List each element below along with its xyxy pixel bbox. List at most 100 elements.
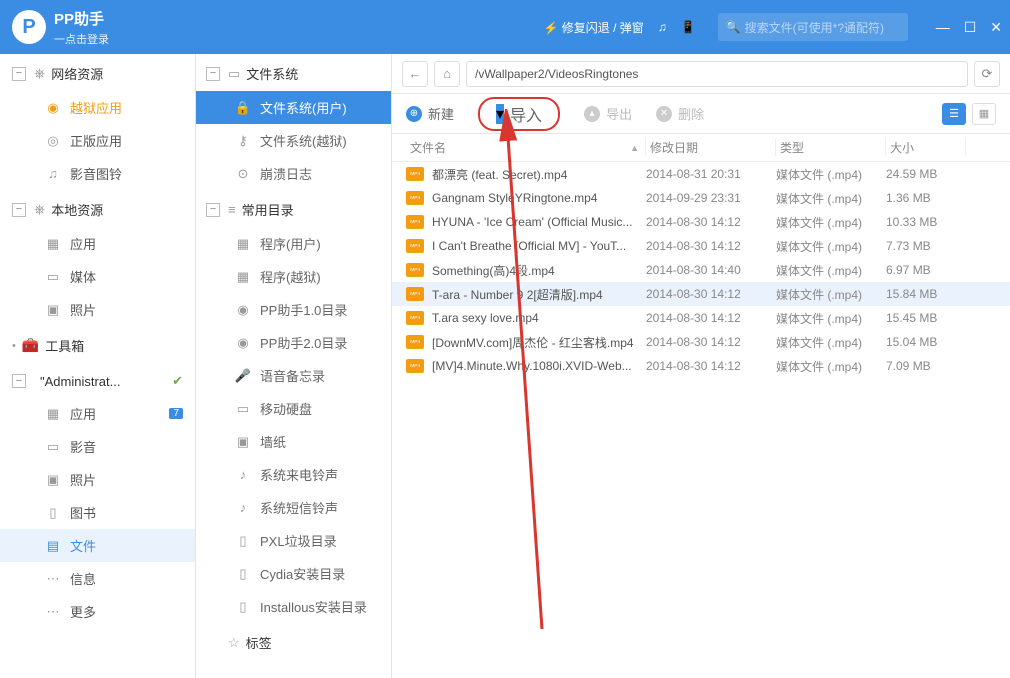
file-date: 2014-08-30 14:12 — [646, 215, 776, 229]
mp4-icon — [406, 359, 424, 373]
col-size[interactable]: 大小 — [886, 139, 966, 156]
list-view-button[interactable]: ☰ — [942, 103, 966, 125]
tree-item[interactable]: ▦程序(越狱) — [196, 260, 391, 293]
new-icon: ⊕ — [406, 106, 422, 122]
tree-item[interactable]: ▭移动硬盘 — [196, 392, 391, 425]
file-list-header: 文件名 ▲ 修改日期 类型 大小 — [392, 134, 1010, 162]
new-button[interactable]: ⊕ 新建 — [406, 104, 454, 123]
file-name: T.ara sexy love.mp4 — [432, 311, 646, 325]
file-date: 2014-08-30 14:12 — [646, 335, 776, 349]
sidebar-item[interactable]: ▦应用 — [0, 227, 195, 260]
content-area: ← ⌂ /vWallpaper2/VideosRingtones ⟳ ⊕ 新建 … — [392, 54, 1010, 678]
grid-view-button[interactable]: ▦ — [972, 103, 996, 125]
sidebar-item[interactable]: ◉越狱应用 — [0, 91, 195, 124]
sidebar-group-header[interactable]: •🧰工具箱 — [0, 326, 195, 363]
file-row[interactable]: I Can't Breathe [Official MV] - YouT... … — [392, 234, 1010, 258]
file-type: 媒体文件 (.mp4) — [776, 334, 886, 351]
sort-arrow-icon: ▲ — [630, 143, 639, 153]
close-button[interactable]: ✕ — [990, 19, 1002, 36]
sidebar-item[interactable]: ▣照片 — [0, 463, 195, 496]
refresh-button[interactable]: ⟳ — [974, 61, 1000, 87]
sidebar-item[interactable]: ▦应用7 — [0, 397, 195, 430]
sidebar-item[interactable]: ◎正版应用 — [0, 124, 195, 157]
file-name: Gangnam StyleYRingtone.mp4 — [432, 191, 646, 205]
search-icon: 🔍 — [726, 20, 741, 34]
file-size: 15.45 MB — [886, 311, 966, 325]
mp4-icon — [406, 311, 424, 325]
file-row[interactable]: T-ara - Number 9 2[超清版].mp4 2014-08-30 1… — [392, 282, 1010, 306]
file-size: 24.59 MB — [886, 167, 966, 181]
tree-section-header[interactable]: ☆标签 — [196, 623, 391, 660]
sidebar-item[interactable]: ▤文件 — [0, 529, 195, 562]
file-size: 6.97 MB — [886, 263, 966, 277]
file-row[interactable]: 都漂亮 (feat. Secret).mp4 2014-08-31 20:31 … — [392, 162, 1010, 186]
file-row[interactable]: Gangnam StyleYRingtone.mp4 2014-09-29 23… — [392, 186, 1010, 210]
sidebar-group-header[interactable]: −"Administrat...✔ — [0, 363, 195, 397]
col-date[interactable]: 修改日期 — [646, 139, 776, 156]
sidebar-item[interactable]: ⋯更多 — [0, 595, 195, 628]
sidebar-item[interactable]: ⋯信息 — [0, 562, 195, 595]
sidebar-item[interactable]: ▭影音 — [0, 430, 195, 463]
col-name[interactable]: 文件名 ▲ — [406, 139, 646, 156]
tree-item[interactable]: ◉PP助手2.0目录 — [196, 326, 391, 359]
sidebar-item[interactable]: ▭媒体 — [0, 260, 195, 293]
export-button[interactable]: ▴ 导出 — [584, 104, 632, 123]
repair-link[interactable]: ⚡ 修复闪退 / 弹窗 — [543, 19, 643, 36]
file-list: 都漂亮 (feat. Secret).mp4 2014-08-31 20:31 … — [392, 162, 1010, 378]
tree-item[interactable]: ▯PXL垃圾目录 — [196, 524, 391, 557]
file-row[interactable]: [MV]4.Minute.Why.1080i.XVID-Web... 2014-… — [392, 354, 1010, 378]
home-button[interactable]: ⌂ — [434, 61, 460, 87]
file-name: HYUNA - 'Ice Cream' (Official Music... — [432, 215, 646, 229]
path-bar: ← ⌂ /vWallpaper2/VideosRingtones ⟳ — [392, 54, 1010, 94]
tree-item[interactable]: 🔒文件系统(用户) — [196, 91, 391, 124]
search-input[interactable]: 🔍 搜索文件(可使用*?通配符) — [718, 13, 908, 41]
tree-item[interactable]: ▯Installous安装目录 — [196, 590, 391, 623]
mp4-icon — [406, 191, 424, 205]
tree-item[interactable]: ♪系统来电铃声 — [196, 458, 391, 491]
tree-item[interactable]: ♪系统短信铃声 — [196, 491, 391, 524]
file-type: 媒体文件 (.mp4) — [776, 262, 886, 279]
app-name: PP助手 — [54, 8, 109, 29]
import-button[interactable]: ▾ 导入 — [478, 97, 560, 131]
col-type[interactable]: 类型 — [776, 139, 886, 156]
tree-item[interactable]: ⚷文件系统(越狱) — [196, 124, 391, 157]
file-row[interactable]: T.ara sexy love.mp4 2014-08-30 14:12 媒体文… — [392, 306, 1010, 330]
file-date: 2014-08-30 14:12 — [646, 359, 776, 373]
tree-section-header[interactable]: −≡常用目录 — [196, 190, 391, 227]
app-title-block: PP助手 一点击登录 — [54, 8, 109, 47]
file-date: 2014-08-31 20:31 — [646, 167, 776, 181]
phone-icon[interactable]: 📱 — [681, 20, 696, 34]
sidebar-item[interactable]: ▣照片 — [0, 293, 195, 326]
file-row[interactable]: [DownMV.com]周杰伦 - 红尘客栈.mp4 2014-08-30 14… — [392, 330, 1010, 354]
tree-section-header[interactable]: −▭文件系统 — [196, 54, 391, 91]
file-row[interactable]: HYUNA - 'Ice Cream' (Official Music... 2… — [392, 210, 1010, 234]
sidebar-item[interactable]: ▯图书 — [0, 496, 195, 529]
back-button[interactable]: ← — [402, 61, 428, 87]
tree-item[interactable]: ▣墙纸 — [196, 425, 391, 458]
titlebar-right: ⚡ 修复闪退 / 弹窗 ♫ 📱 🔍 搜索文件(可使用*?通配符) — ☐ ✕ — [543, 13, 1002, 41]
path-input[interactable]: /vWallpaper2/VideosRingtones — [466, 61, 968, 87]
file-date: 2014-08-30 14:12 — [646, 311, 776, 325]
app-subtitle[interactable]: 一点击登录 — [54, 31, 109, 47]
tree-item[interactable]: 🎤语音备忘录 — [196, 359, 391, 392]
tree-item[interactable]: ◉PP助手1.0目录 — [196, 293, 391, 326]
file-date: 2014-08-30 14:12 — [646, 239, 776, 253]
file-name: T-ara - Number 9 2[超清版].mp4 — [432, 286, 646, 303]
file-size: 7.73 MB — [886, 239, 966, 253]
tree-item[interactable]: ▯Cydia安装目录 — [196, 557, 391, 590]
export-icon: ▴ — [584, 106, 600, 122]
sidebar-group-header[interactable]: −⎈本地资源 — [0, 190, 195, 227]
music-icon[interactable]: ♫ — [658, 20, 667, 34]
sidebar-group-header[interactable]: −⎈网络资源 — [0, 54, 195, 91]
minimize-button[interactable]: — — [936, 19, 950, 36]
mp4-icon — [406, 167, 424, 181]
file-row[interactable]: Something(高)4段.mp4 2014-08-30 14:40 媒体文件… — [392, 258, 1010, 282]
maximize-button[interactable]: ☐ — [964, 19, 977, 36]
file-name: I Can't Breathe [Official MV] - YouT... — [432, 239, 646, 253]
tree-item[interactable]: ⊙崩溃日志 — [196, 157, 391, 190]
main-area: −⎈网络资源◉越狱应用◎正版应用♫影音图铃−⎈本地资源▦应用▭媒体▣照片•🧰工具… — [0, 54, 1010, 678]
tree-item[interactable]: ▦程序(用户) — [196, 227, 391, 260]
delete-button[interactable]: ✕ 删除 — [656, 104, 704, 123]
sidebar-item[interactable]: ♫影音图铃 — [0, 157, 195, 190]
mp4-icon — [406, 287, 424, 301]
